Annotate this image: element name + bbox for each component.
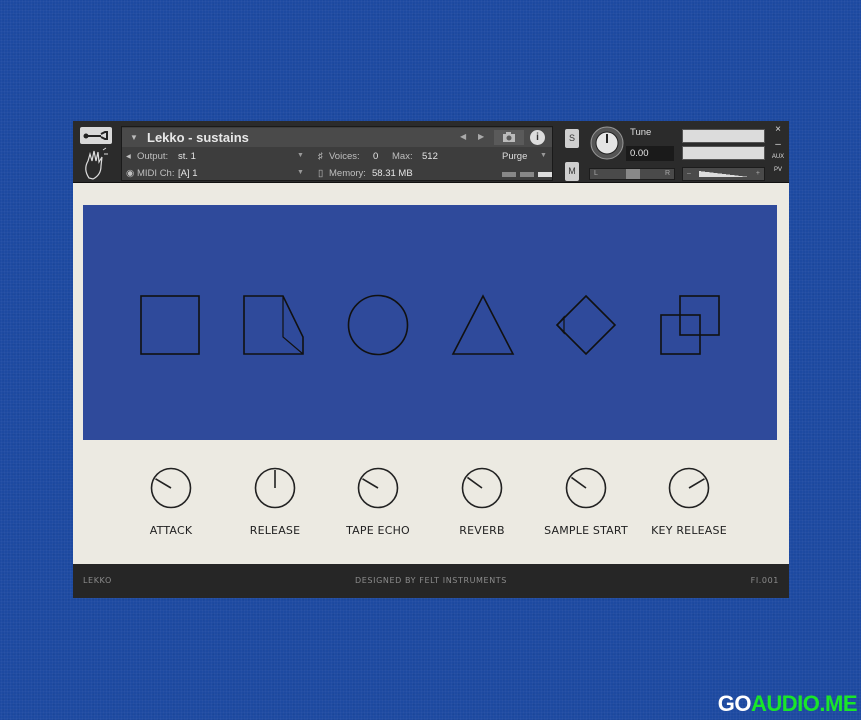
attack-knob-group: ATTACK	[119, 466, 223, 537]
tape-echo-knob[interactable]	[356, 466, 400, 510]
midi-label: MIDI Ch:	[137, 168, 175, 179]
instrument-window: ▼ Lekko - sustains ◀ ▶ i ◂ Output: st. 1…	[73, 121, 789, 598]
camera-icon	[503, 132, 515, 142]
tape-echo-knob-group: TAPE ECHO	[326, 466, 430, 537]
knob-pointer	[688, 478, 705, 489]
tune-label: Tune	[630, 127, 652, 138]
diamond-icon[interactable]	[554, 293, 618, 357]
title-row: ▼ Lekko - sustains ◀ ▶ i	[122, 128, 552, 147]
watermark-accent: AUDIO.ME	[751, 691, 858, 716]
hand-logo-icon	[81, 146, 111, 180]
minimize-button[interactable]: –	[771, 139, 785, 150]
pan-thumb[interactable]	[626, 169, 640, 179]
attack-label: ATTACK	[149, 524, 193, 537]
pan-right-label: R	[664, 170, 670, 177]
purge-dropdown[interactable]: Purge ▼	[494, 149, 552, 164]
midi-row: ◉ MIDI Ch: [A] 1 ▼ ▯ Memory: 58.31 MB	[122, 166, 552, 183]
attack-knob[interactable]	[149, 466, 193, 510]
close-button[interactable]: ×	[771, 124, 785, 135]
key-release-knob-group: KEY RELEASE	[637, 466, 741, 537]
knob-pointer	[466, 476, 483, 489]
knob-pointer	[362, 478, 379, 489]
memory-label: Memory:	[329, 168, 366, 179]
purge-label: Purge	[502, 151, 528, 162]
sample-start-knob-group: SAMPLE START	[534, 466, 638, 537]
purge-caret-icon: ▼	[540, 152, 547, 159]
voices-label: Voices:	[329, 151, 360, 162]
output-label: Output:	[137, 151, 169, 162]
next-arrow-icon[interactable]: ▶	[478, 132, 484, 141]
knob-pointer	[155, 478, 172, 489]
tune-value[interactable]: 0.00	[626, 146, 674, 161]
aux-button[interactable]: AUX	[771, 154, 785, 160]
voices-value: 0	[373, 151, 379, 162]
mute-button[interactable]: M	[565, 162, 579, 181]
pv-button[interactable]: PV	[771, 167, 785, 173]
purge-indicator	[520, 172, 534, 177]
instrument-header: ▼ Lekko - sustains ◀ ▶ i ◂ Output: st. 1…	[73, 121, 789, 183]
output-icon: ◂	[126, 151, 131, 162]
level-meter-left	[682, 129, 765, 143]
footer-credit: DESIGNED BY FELT INSTRUMENTS	[355, 576, 507, 585]
wrench-icon	[83, 131, 108, 140]
knob-pointer	[570, 476, 587, 489]
release-knob[interactable]	[253, 466, 297, 510]
circle-icon[interactable]	[346, 293, 410, 357]
output-row: ◂ Output: st. 1 ▼ ♯ Voices: 0 Max: 512	[122, 149, 552, 166]
info-icon[interactable]: i	[530, 130, 545, 145]
pan-slider[interactable]: L R	[589, 168, 675, 180]
triangle-icon[interactable]	[451, 293, 515, 357]
memory-value: 58.31 MB	[372, 168, 413, 179]
wrench-button[interactable]	[80, 127, 112, 144]
output-caret-icon[interactable]: ▼	[297, 152, 304, 159]
watermark-logo: GOAUDIO.ME	[717, 691, 858, 717]
shape-display-panel	[83, 205, 777, 440]
output-value[interactable]: st. 1	[178, 151, 196, 162]
solo-button[interactable]: S	[565, 129, 579, 148]
watermark-prefix: GO	[717, 691, 752, 716]
midi-caret-icon[interactable]: ▼	[297, 169, 304, 176]
trapezoid-icon[interactable]	[241, 293, 305, 357]
volume-minus-icon: –	[687, 170, 691, 177]
square-icon[interactable]	[138, 293, 202, 357]
camera-button[interactable]	[494, 130, 524, 145]
sample-start-label: SAMPLE START	[544, 524, 628, 537]
volume-slider[interactable]: – +	[682, 167, 765, 181]
key-release-label: KEY RELEASE	[651, 524, 727, 537]
tune-knob[interactable]	[590, 126, 624, 160]
prev-arrow-icon[interactable]: ◀	[460, 132, 466, 141]
reverb-knob[interactable]	[460, 466, 504, 510]
pan-left-label: L	[594, 170, 598, 177]
sample-start-knob[interactable]	[564, 466, 608, 510]
voices-icon: ♯	[318, 151, 323, 162]
instrument-footer: LEKKO DESIGNED BY FELT INSTRUMENTS FI.00…	[73, 564, 789, 598]
instrument-title[interactable]: Lekko - sustains	[147, 130, 249, 145]
purge-indicator	[502, 172, 516, 177]
level-meter-right	[682, 146, 765, 160]
volume-fill	[699, 171, 749, 177]
key-release-knob[interactable]	[667, 466, 711, 510]
reverb-knob-group: REVERB	[430, 466, 534, 537]
footer-code: FI.001	[750, 576, 779, 585]
tape-echo-label: TAPE ECHO	[346, 524, 410, 537]
reverb-label: REVERB	[459, 524, 505, 537]
midi-channel-value[interactable]: [A] 1	[178, 168, 198, 179]
volume-plus-icon: +	[755, 170, 760, 177]
midi-icon: ◉	[126, 168, 135, 179]
max-label: Max:	[392, 151, 413, 162]
max-voices-value[interactable]: 512	[422, 151, 438, 162]
release-label: RELEASE	[249, 524, 301, 537]
memory-icon: ▯	[318, 168, 324, 179]
instrument-info-panel: ▼ Lekko - sustains ◀ ▶ i ◂ Output: st. 1…	[121, 126, 553, 181]
release-knob-group: RELEASE	[223, 466, 327, 537]
dropdown-arrow-icon[interactable]: ▼	[130, 133, 138, 142]
purge-indicator	[538, 172, 552, 177]
overlapping-squares-icon[interactable]	[658, 293, 722, 357]
